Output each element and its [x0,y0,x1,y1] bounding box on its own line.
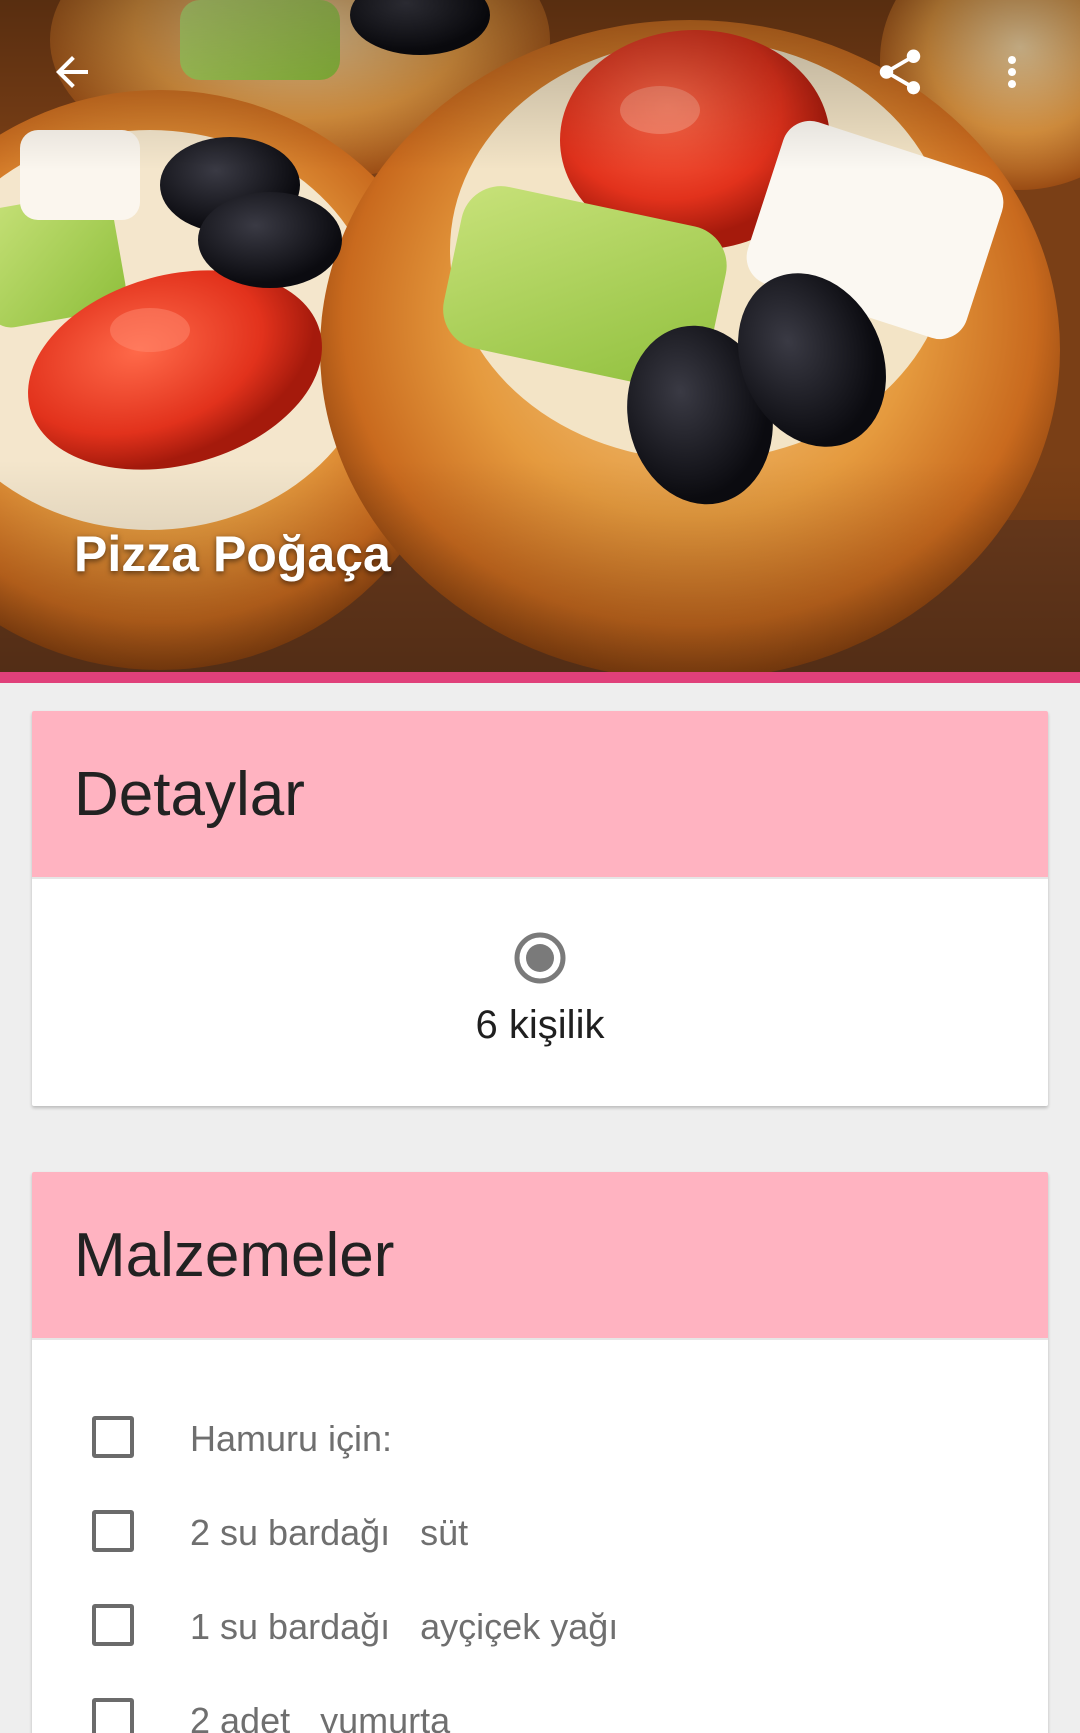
share-icon [879,49,921,95]
details-card-header: Detaylar [32,711,1048,879]
recipe-hero-image: Pizza Poğaça [0,0,1080,672]
ingredient-checkbox[interactable] [92,1698,134,1733]
more-vert-icon [1008,56,1016,88]
servings-text: 6 kişilik [475,1003,605,1047]
ingredient-row[interactable]: 2 adet yumurta [32,1676,1048,1733]
details-card: Detaylar 6 kişilik [32,711,1048,1106]
accent-divider [0,672,1080,683]
ingredient-text: 2 adet yumurta [190,1700,451,1733]
ingredient-checkbox[interactable] [92,1604,134,1646]
more-options-button[interactable] [980,30,1044,114]
ingredient-text: 2 su bardağı süt [190,1512,469,1553]
radio-dot-icon [514,932,566,984]
ingredients-card: Malzemeler Hamuru için: 2 su bardağı süt… [32,1172,1048,1733]
share-button[interactable] [858,30,942,114]
recipe-detail-screen: Pizza Poğaça Detaylar 6 kişilik Malzemel… [0,0,1080,1733]
ingredient-text: 1 su bardağı ayçiçek yağı [190,1606,619,1647]
recipe-title: Pizza Poğaça [74,526,391,582]
details-heading: Detaylar [74,759,305,829]
ingredient-list: Hamuru için: 2 su bardağı süt 1 su barda… [32,1340,1048,1733]
ingredient-row[interactable]: 1 su bardağı ayçiçek yağı [32,1582,1048,1676]
back-button[interactable] [30,30,114,114]
ingredient-row[interactable]: Hamuru için: [32,1394,1048,1488]
ingredient-checkbox[interactable] [92,1510,134,1552]
ingredient-text: Hamuru için: [190,1418,393,1459]
ingredient-checkbox[interactable] [92,1416,134,1458]
ingredient-row[interactable]: 2 su bardağı süt [32,1488,1048,1582]
details-body: 6 kişilik [32,879,1048,1106]
arrow-back-icon [56,56,88,88]
ingredients-card-header: Malzemeler [32,1172,1048,1340]
ingredients-heading: Malzemeler [74,1220,395,1290]
